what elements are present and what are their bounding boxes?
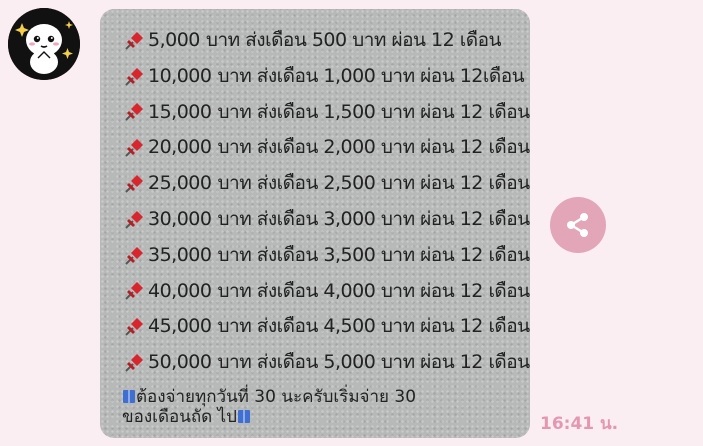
installment-row: 25,000 บาท ส่งเดือน 2,500 บาท ผ่อน 12 เดื… xyxy=(122,166,530,202)
sticker-avatar-icon xyxy=(8,8,80,80)
note-line-1: ต้องจ่ายทุกวันที่ 30 นะครับเริ่มจ่าย 30 xyxy=(136,387,417,407)
note-line-2: ของเดือนถัด ไป xyxy=(122,407,237,427)
row-amount: 40,000 xyxy=(148,279,212,302)
pushpin-icon xyxy=(125,282,143,301)
row-text: บาท ส่งเดือน 5,000 บาท ผ่อน 12 เดือน xyxy=(217,351,530,374)
row-text: บาท ส่งเดือน 1,000 บาท ผ่อน 12เดือน xyxy=(217,64,525,87)
share-button[interactable] xyxy=(550,197,606,253)
installment-row: 35,000 บาท ส่งเดือน 3,500 บาท ผ่อน 12 เดื… xyxy=(122,238,530,274)
installment-row: 40,000 บาท ส่งเดือน 4,000 บาท ผ่อน 12 เดื… xyxy=(122,274,530,310)
flag-icon xyxy=(123,390,135,403)
pushpin-icon xyxy=(125,67,143,86)
row-text: บาท ส่งเดือน 2,500 บาท ผ่อน 12 เดือน xyxy=(217,172,530,195)
row-text: บาท ส่งเดือน 1,500 บาท ผ่อน 12 เดือน xyxy=(217,100,530,123)
pushpin-icon xyxy=(125,175,143,193)
pushpin-icon xyxy=(125,31,143,50)
installment-row: 15,000 บาท ส่งเดือน 1,500 บาท ผ่อน 12 เดื… xyxy=(122,95,530,131)
image-message[interactable]: 5,000 บาท ส่งเดือน 500 บาท ผ่อน 12 เดือน 1… xyxy=(100,9,530,438)
avatar[interactable] xyxy=(8,8,80,80)
installment-list: 5,000 บาท ส่งเดือน 500 บาท ผ่อน 12 เดือน 1… xyxy=(122,23,530,381)
row-text: บาท ส่งเดือน 4,000 บาท ผ่อน 12 เดือน xyxy=(217,279,530,302)
pushpin-icon xyxy=(125,103,143,122)
pushpin-icon xyxy=(125,139,143,157)
pushpin-icon xyxy=(125,246,143,265)
row-text: บาท ส่งเดือน 3,000 บาท ผ่อน 12 เดือน xyxy=(217,207,530,230)
row-amount: 15,000 xyxy=(148,100,212,123)
row-amount: 30,000 xyxy=(148,207,212,230)
pushpin-icon xyxy=(125,354,143,372)
row-amount: 10,000 xyxy=(148,64,212,87)
installment-row: 30,000 บาท ส่งเดือน 3,000 บาท ผ่อน 12 เดื… xyxy=(122,202,530,238)
installment-row: 45,000 บาท ส่งเดือน 4,500 บาท ผ่อน 12 เดื… xyxy=(122,309,530,345)
row-text: บาท ส่งเดือน 4,500 บาท ผ่อน 12 เดือน xyxy=(217,315,530,338)
message-timestamp: 16:41 น. xyxy=(540,414,619,434)
pushpin-icon xyxy=(125,318,143,336)
row-amount: 25,000 xyxy=(148,172,212,195)
row-amount: 50,000 xyxy=(148,351,212,374)
row-text: บาท ส่งเดือน 3,500 บาท ผ่อน 12 เดือน xyxy=(217,243,530,266)
row-amount: 5,000 xyxy=(148,29,200,51)
share-icon xyxy=(567,213,588,237)
row-text: บาท ส่งเดือน 2,000 บาท ผ่อน 12 เดือน xyxy=(217,136,530,159)
installment-row: 50,000 บาท ส่งเดือน 5,000 บาท ผ่อน 12 เดื… xyxy=(122,345,530,381)
flag-icon xyxy=(237,410,250,423)
payment-note: ต้องจ่ายทุกวันที่ 30 นะครับเริ่มจ่าย 30 … xyxy=(122,387,522,427)
row-amount: 35,000 xyxy=(148,243,212,266)
row-amount: 45,000 xyxy=(148,315,212,338)
installment-row: 5,000 บาท ส่งเดือน 500 บาท ผ่อน 12 เดือน xyxy=(122,23,530,59)
row-amount: 20,000 xyxy=(148,136,212,159)
installment-row: 10,000 บาท ส่งเดือน 1,000 บาท ผ่อน 12เดือ… xyxy=(122,59,530,95)
row-text: บาท ส่งเดือน 500 บาท ผ่อน 12 เดือน xyxy=(205,29,502,51)
pushpin-icon xyxy=(125,210,143,229)
installment-row: 20,000 บาท ส่งเดือน 2,000 บาท ผ่อน 12 เดื… xyxy=(122,130,530,166)
